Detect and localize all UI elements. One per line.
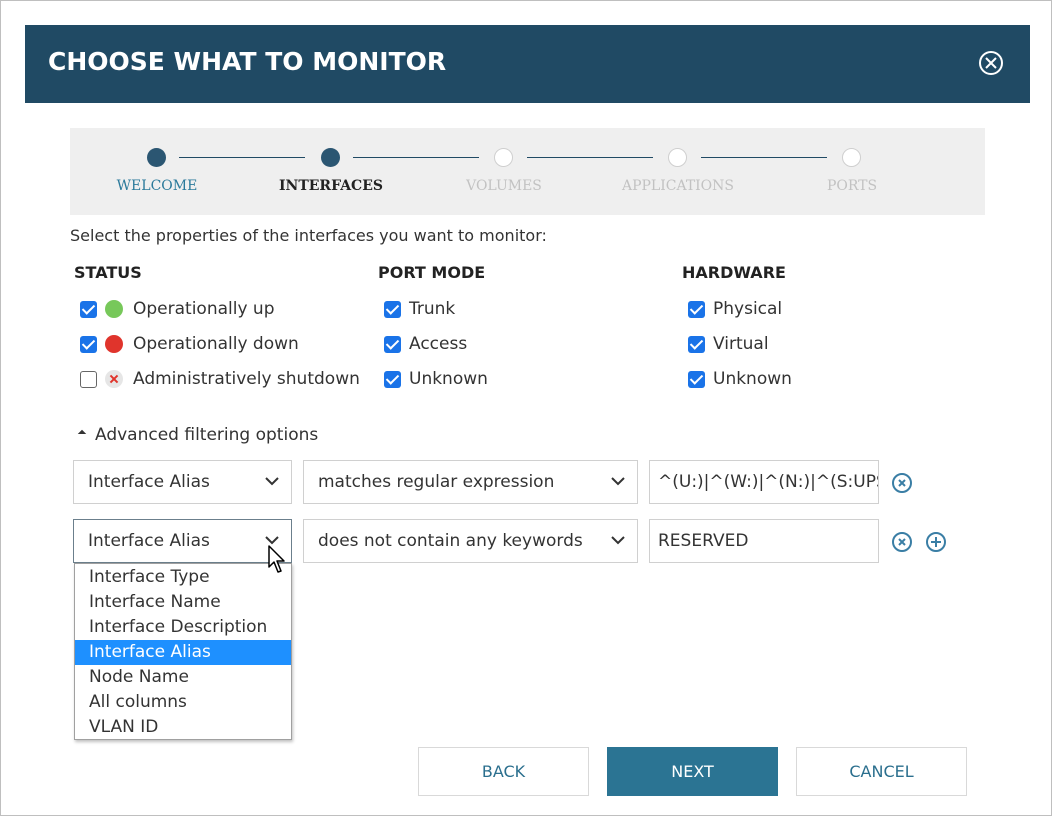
dropdown-option[interactable]: Node Name <box>75 665 291 690</box>
select-value: Interface Alias <box>88 472 210 492</box>
chevron-down-icon <box>265 536 279 545</box>
rule1-value-input[interactable]: ^(U:)|^(W:)|^(N:)|^(S:UPS <box>649 460 879 504</box>
step-dot-ports <box>842 148 861 167</box>
rule2-value-input[interactable]: RESERVED <box>649 519 879 563</box>
step-label-welcome[interactable]: WELCOME <box>77 178 237 194</box>
option-label: Physical <box>713 299 783 319</box>
hardware-option-unknown[interactable]: Unknown <box>688 368 792 390</box>
back-button[interactable]: BACK <box>418 747 589 796</box>
port-mode-heading: PORT MODE <box>378 263 486 282</box>
field-options-dropdown[interactable]: Interface Type Interface Name Interface … <box>74 563 292 740</box>
status-option-shutdown[interactable]: Administratively shutdown <box>80 368 360 390</box>
advanced-filtering-label: Advanced filtering options <box>95 425 319 445</box>
remove-icon <box>898 538 906 546</box>
hardware-option-virtual[interactable]: Virtual <box>688 333 769 355</box>
step-label-ports: PORTS <box>826 178 878 194</box>
close-button[interactable] <box>979 51 1003 75</box>
rule2-operator-select[interactable]: does not contain any keywords <box>303 519 638 563</box>
dialog-title: CHOOSE WHAT TO MONITOR <box>48 47 447 76</box>
chevron-down-icon <box>611 536 625 545</box>
remove-rule-button[interactable] <box>892 473 912 493</box>
checkbox[interactable] <box>688 370 705 388</box>
step-connector <box>179 157 305 158</box>
input-value: RESERVED <box>658 531 749 551</box>
remove-rule-button[interactable] <box>892 532 912 552</box>
step-dot-welcome[interactable] <box>147 148 166 167</box>
step-connector <box>527 157 653 158</box>
dropdown-option[interactable]: Interface Type <box>75 565 291 590</box>
advanced-filtering-toggle[interactable]: Advanced filtering options <box>77 425 319 445</box>
dropdown-option[interactable]: Interface Name <box>75 590 291 615</box>
dialog-window: CHOOSE WHAT TO MONITOR WELCOME INTERFACE… <box>0 0 1052 816</box>
option-label: Operationally up <box>133 299 275 319</box>
shutdown-status-icon <box>105 370 123 388</box>
hardware-heading: HARDWARE <box>682 263 786 282</box>
checkbox[interactable] <box>688 335 705 353</box>
chevron-down-icon <box>611 477 625 486</box>
checkbox[interactable] <box>384 300 401 318</box>
dropdown-option[interactable]: All columns <box>75 690 291 715</box>
select-value: matches regular expression <box>318 472 555 492</box>
checkbox[interactable] <box>688 300 705 318</box>
checkbox[interactable] <box>80 370 97 388</box>
port-mode-option-trunk[interactable]: Trunk <box>384 298 455 320</box>
step-connector <box>701 157 827 158</box>
step-dot-volumes <box>494 148 513 167</box>
option-label: Access <box>409 334 468 354</box>
intro-text: Select the properties of the interfaces … <box>70 226 547 245</box>
green-status-dot-icon <box>105 300 123 318</box>
option-label: Unknown <box>713 369 792 389</box>
expanded-triangle-icon <box>77 429 87 439</box>
select-value: does not contain any keywords <box>318 531 583 551</box>
status-option-down[interactable]: Operationally down <box>80 333 299 355</box>
add-rule-button[interactable] <box>926 532 946 552</box>
remove-icon <box>898 479 906 487</box>
dropdown-option[interactable]: VLAN ID <box>75 715 291 740</box>
dropdown-option[interactable]: Interface Description <box>75 615 291 640</box>
dropdown-option-selected[interactable]: Interface Alias <box>75 640 291 665</box>
plus-icon <box>931 537 941 547</box>
red-status-dot-icon <box>105 335 123 353</box>
option-label: Operationally down <box>133 334 299 354</box>
option-label: Virtual <box>713 334 769 354</box>
input-value: ^(U:)|^(W:)|^(N:)|^(S:UPS <box>658 472 879 492</box>
checkbox[interactable] <box>80 335 97 353</box>
select-value: Interface Alias <box>88 531 210 551</box>
option-label: Trunk <box>409 299 456 319</box>
rule1-field-select[interactable]: Interface Alias <box>73 460 292 504</box>
step-dot-interfaces <box>321 148 340 167</box>
next-button[interactable]: NEXT <box>607 747 778 796</box>
rule1-operator-select[interactable]: matches regular expression <box>303 460 638 504</box>
mouse-pointer-icon <box>268 545 285 573</box>
step-label-interfaces: INTERFACES <box>279 178 383 194</box>
dialog-header: CHOOSE WHAT TO MONITOR <box>25 25 1030 103</box>
checkbox[interactable] <box>384 370 401 388</box>
option-label: Administratively shutdown <box>133 369 360 389</box>
step-label-applications: APPLICATIONS <box>621 178 735 194</box>
step-label-volumes: VOLUMES <box>466 178 542 194</box>
step-dot-applications <box>668 148 687 167</box>
port-mode-option-unknown[interactable]: Unknown <box>384 368 488 390</box>
checkbox[interactable] <box>80 300 97 318</box>
chevron-down-icon <box>265 477 279 486</box>
step-connector <box>353 157 479 158</box>
rule2-field-select[interactable]: Interface Alias <box>73 519 292 563</box>
cancel-button[interactable]: CANCEL <box>796 747 967 796</box>
status-option-up[interactable]: Operationally up <box>80 298 275 320</box>
hardware-option-physical[interactable]: Physical <box>688 298 782 320</box>
close-icon <box>985 57 997 69</box>
checkbox[interactable] <box>384 335 401 353</box>
wizard-stepper: WELCOME INTERFACES VOLUMES APPLICATIONS … <box>70 128 985 215</box>
status-heading: STATUS <box>74 263 142 282</box>
option-label: Unknown <box>409 369 488 389</box>
port-mode-option-access[interactable]: Access <box>384 333 467 355</box>
